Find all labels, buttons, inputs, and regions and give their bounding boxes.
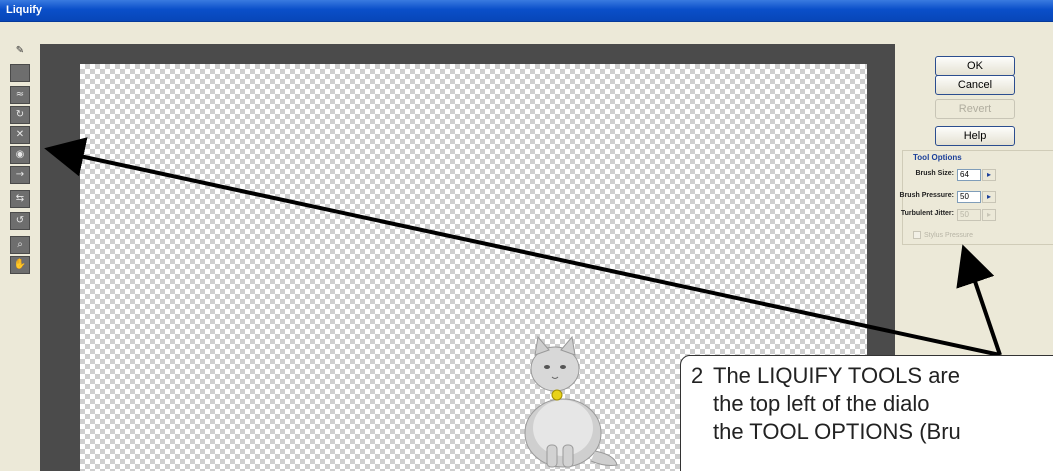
instruction-callout: 2 The LIQUIFY TOOLS are the top left of … xyxy=(680,355,1053,471)
brush-pressure-dropdown-icon[interactable]: ▸ xyxy=(982,191,996,203)
title-bar: Liquify xyxy=(0,0,1053,22)
reconstruct-tool-icon[interactable]: ↺ xyxy=(10,212,30,230)
revert-button[interactable]: Revert xyxy=(935,99,1015,119)
tool-options-title: Tool Options xyxy=(913,153,962,162)
brush-size-field[interactable]: 64 xyxy=(957,169,981,181)
checkbox-icon[interactable] xyxy=(913,231,921,239)
turbulence-tool-icon[interactable]: ≈ xyxy=(10,86,30,104)
zoom-tool-icon[interactable]: ⌕ xyxy=(10,236,30,254)
bloat-tool-icon[interactable]: ◉ xyxy=(10,146,30,164)
cancel-button[interactable]: Cancel xyxy=(935,75,1015,95)
callout-step-number: 2 xyxy=(691,363,704,388)
warp-tool-icon[interactable]: ✎ xyxy=(10,42,30,60)
brush-pressure-field[interactable]: 50 xyxy=(957,191,981,203)
help-button[interactable]: Help xyxy=(935,126,1015,146)
turbulent-jitter-dropdown-icon[interactable]: ▸ xyxy=(982,209,996,221)
pucker-tool-icon[interactable]: ✕ xyxy=(10,126,30,144)
tool-slot-blank xyxy=(10,64,30,82)
brush-size-dropdown-icon[interactable]: ▸ xyxy=(982,169,996,181)
brush-size-label: Brush Size: xyxy=(915,170,954,177)
reflection-tool-icon[interactable]: ⇆ xyxy=(10,190,30,208)
turbulent-jitter-label: Turbulent Jitter: xyxy=(900,210,954,217)
callout-line-3: the TOOL OPTIONS (Bru xyxy=(713,419,961,444)
stylus-pressure-checkbox[interactable]: Stylus Pressure xyxy=(913,231,973,239)
stylus-pressure-label: Stylus Pressure xyxy=(924,231,974,239)
hand-tool-icon[interactable]: ✋ xyxy=(10,256,30,274)
shift-pixels-icon[interactable]: → xyxy=(10,166,30,184)
turbulent-jitter-field[interactable]: 50 xyxy=(957,209,981,221)
callout-line-2: the top left of the dialo xyxy=(713,391,930,416)
ok-button[interactable]: OK xyxy=(935,56,1015,76)
twirl-clockwise-icon[interactable]: ↻ xyxy=(10,106,30,124)
window-title: Liquify xyxy=(6,4,43,16)
callout-line-1: The LIQUIFY TOOLS are xyxy=(713,363,960,388)
brush-pressure-label: Brush Pressure: xyxy=(899,192,954,199)
liquify-tool-strip: ✎ ≈ ↻ ✕ ◉ → ⇆ ↺ ⌕ ✋ xyxy=(10,22,32,274)
cat-image xyxy=(524,335,618,468)
